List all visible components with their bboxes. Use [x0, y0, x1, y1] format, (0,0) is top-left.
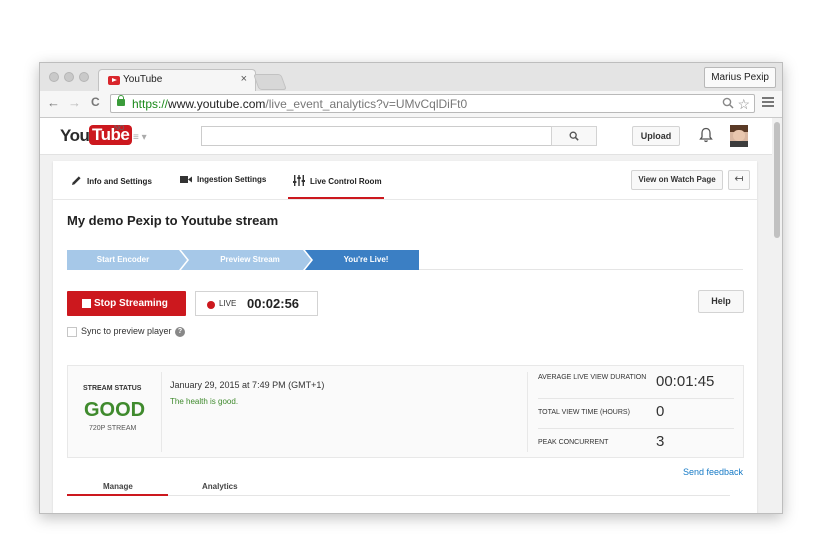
- youtube-page: You Tube NO ≡ ▾ Upload Info and Settings…: [40, 118, 782, 513]
- forward-arrow-icon[interactable]: →: [68, 95, 81, 110]
- region-label: NO: [114, 125, 125, 132]
- divider: [527, 372, 528, 452]
- url-text: https://www.youtube.com/live_event_analy…: [132, 97, 468, 111]
- step-label: Start Encoder: [96, 255, 150, 264]
- lock-icon: [117, 95, 125, 106]
- live-timer: LIVE 00:02:56: [195, 291, 318, 316]
- view-on-watch-page-button[interactable]: View on Watch Page: [631, 170, 723, 190]
- scrollbar-thumb[interactable]: [774, 122, 780, 238]
- tab-live-control-room[interactable]: Live Control Room: [293, 175, 382, 186]
- youtube-logo[interactable]: You: [60, 126, 90, 146]
- stop-streaming-button[interactable]: Stop Streaming: [67, 291, 186, 316]
- profile-button[interactable]: Marius Pexip: [704, 67, 776, 88]
- step-label: Preview Stream: [220, 255, 280, 264]
- minimize-window-button[interactable]: [64, 72, 74, 82]
- address-bar[interactable]: https://www.youtube.com/live_event_analy…: [110, 94, 755, 113]
- stream-status-label: STREAM STATUS: [83, 385, 142, 392]
- stream-status-value: GOOD: [84, 399, 146, 421]
- stream-health-message: The health is good.: [170, 397, 239, 406]
- send-feedback-link[interactable]: Send feedback: [683, 467, 743, 477]
- divider: [419, 269, 743, 270]
- active-tab-indicator: [67, 494, 168, 496]
- page-title: My demo Pexip to Youtube stream: [67, 213, 279, 228]
- close-window-button[interactable]: [49, 72, 59, 82]
- bookmark-star-icon[interactable]: ☆: [737, 96, 750, 112]
- help-button[interactable]: Help: [698, 290, 744, 313]
- metric-total-view-time: TOTAL VIEW TIME (HOURS) 0: [538, 402, 734, 432]
- step-label: You're Live!: [343, 255, 389, 264]
- search-button[interactable]: [551, 126, 597, 146]
- divider: [538, 398, 734, 399]
- live-dot-icon: [207, 301, 215, 309]
- tab-info-settings[interactable]: Info and Settings: [71, 175, 152, 186]
- tab-analytics[interactable]: Analytics: [202, 482, 238, 491]
- avatar[interactable]: [730, 125, 748, 147]
- hamburger-menu-icon[interactable]: [762, 97, 774, 109]
- guide-menu-icon[interactable]: ≡ ▾: [133, 132, 147, 143]
- sync-preview-checkbox[interactable]: [67, 327, 77, 337]
- notifications-bell-icon[interactable]: [699, 127, 713, 143]
- search-input[interactable]: [201, 126, 553, 146]
- metric-value: 00:01:45: [656, 373, 715, 390]
- browser-window: YouTube × Marius Pexip ← → C https://www…: [39, 62, 783, 514]
- upload-button[interactable]: Upload: [632, 126, 680, 146]
- divider: [161, 372, 162, 452]
- back-arrow-icon[interactable]: ←: [47, 95, 60, 110]
- search-icon: [569, 131, 579, 141]
- active-tab-indicator: [288, 197, 384, 199]
- live-control-card: Info and Settings Ingestion Settings Liv…: [53, 161, 757, 513]
- metric-label: AVERAGE LIVE VIEW DURATION: [538, 374, 647, 381]
- tab-ingestion-settings[interactable]: Ingestion Settings: [180, 175, 266, 184]
- browser-tab[interactable]: YouTube ×: [98, 69, 256, 91]
- live-label: LIVE: [219, 299, 237, 308]
- omnibox-icons: ☆: [722, 96, 750, 113]
- stream-resolution: 720P STREAM: [89, 425, 137, 432]
- pencil-icon: [72, 176, 81, 185]
- tab-close-icon[interactable]: ×: [241, 73, 247, 85]
- tab-title: YouTube: [123, 74, 163, 85]
- tab-manage[interactable]: Manage: [103, 482, 133, 491]
- search-icon[interactable]: [722, 97, 734, 109]
- back-arrow-icon[interactable]: ↤: [728, 170, 750, 190]
- new-tab-button[interactable]: [253, 74, 287, 90]
- youtube-favicon-icon: [108, 76, 120, 85]
- youtube-masthead: You Tube NO ≡ ▾ Upload: [40, 118, 772, 155]
- stream-status-panel: STREAM STATUS GOOD 720P STREAM January 2…: [67, 365, 744, 458]
- sliders-icon: [293, 175, 305, 186]
- page-scrollbar[interactable]: [772, 118, 782, 513]
- metric-label: PEAK CONCURRENT: [538, 439, 609, 446]
- help-question-icon[interactable]: ?: [175, 327, 185, 337]
- stop-square-icon: [82, 299, 91, 308]
- youtube-logo-tube[interactable]: Tube: [89, 125, 133, 145]
- stream-start-date: January 29, 2015 at 7:49 PM (GMT+1): [170, 380, 325, 390]
- divider: [538, 428, 734, 429]
- video-camera-icon: [180, 176, 192, 183]
- metric-value: 3: [656, 433, 665, 450]
- sync-preview-label[interactable]: Sync to preview player: [81, 326, 172, 336]
- reload-icon[interactable]: C: [91, 95, 100, 109]
- browser-toolbar: ← → C https://www.youtube.com/live_event…: [40, 91, 782, 118]
- metric-average-view-duration: AVERAGE LIVE VIEW DURATION 00:01:45: [538, 372, 734, 402]
- dashboard-tabs: Info and Settings Ingestion Settings Liv…: [53, 161, 757, 200]
- metric-value: 0: [656, 403, 665, 420]
- metric-peak-concurrent: PEAK CONCURRENT 3: [538, 432, 734, 458]
- maximize-window-button[interactable]: [79, 72, 89, 82]
- browser-titlebar: YouTube × Marius Pexip: [40, 63, 782, 91]
- metric-label: TOTAL VIEW TIME (HOURS): [538, 409, 630, 416]
- live-elapsed-time: 00:02:56: [247, 296, 300, 311]
